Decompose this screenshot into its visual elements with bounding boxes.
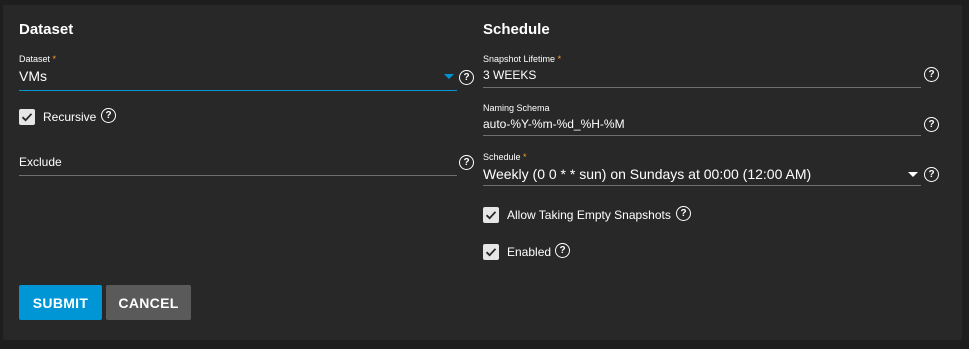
dropdown-arrow-icon[interactable] (444, 74, 454, 79)
schedule-label-text: Schedule (483, 152, 521, 162)
enabled-label: Enabled (507, 245, 552, 259)
cancel-button[interactable]: CANCEL (106, 285, 191, 320)
exclude-input[interactable]: Exclude (19, 155, 62, 169)
help-circle-icon[interactable]: ? (101, 108, 116, 123)
help-circle-icon[interactable]: ? (924, 117, 939, 132)
snapshot-lifetime-underline (483, 87, 921, 88)
help-circle-icon[interactable]: ? (676, 206, 691, 221)
snapshot-lifetime-input[interactable]: 3 WEEKS (483, 68, 536, 82)
snapshot-lifetime-label-text: Snapshot Lifetime (483, 54, 556, 64)
help-circle-icon[interactable]: ? (555, 243, 570, 258)
required-mark: * (557, 54, 562, 64)
help-circle-icon[interactable]: ? (924, 67, 939, 82)
allow-empty-snapshots-label: Allow Taking Empty Snapshots (507, 208, 671, 222)
required-mark: * (523, 152, 527, 162)
schedule-underline (483, 185, 921, 186)
schedule-section-title: Schedule (483, 21, 550, 38)
naming-schema-underline (483, 135, 921, 136)
enabled-checkbox[interactable] (483, 244, 499, 260)
naming-schema-input[interactable]: auto-%Y-%m-%d_%H-%M (483, 117, 625, 131)
exclude-underline (19, 175, 457, 176)
recursive-label: Recursive (43, 110, 97, 124)
dataset-label: Dataset * (19, 54, 56, 64)
snapshot-lifetime-label: Snapshot Lifetime * (483, 54, 561, 64)
dataset-label-text: Dataset (19, 54, 51, 64)
submit-button[interactable]: SUBMIT (19, 285, 102, 320)
recursive-checkbox[interactable] (19, 109, 35, 125)
dropdown-arrow-icon[interactable] (908, 172, 918, 177)
check-icon (485, 248, 497, 257)
check-icon (485, 211, 497, 220)
naming-schema-label: Naming Schema (483, 103, 550, 113)
dataset-section-title: Dataset (19, 21, 74, 38)
allow-empty-snapshots-checkbox[interactable] (483, 207, 499, 223)
form-card: Dataset Dataset * VMs ? Recursive ? Excl… (3, 5, 962, 340)
required-mark: * (52, 54, 57, 64)
help-circle-icon[interactable]: ? (924, 167, 939, 182)
schedule-select[interactable]: Weekly (0 0 * * sun) on Sundays at 00:00… (483, 166, 811, 182)
help-circle-icon[interactable]: ? (459, 70, 474, 85)
schedule-label: Schedule * (483, 152, 527, 162)
dataset-underline (19, 90, 457, 91)
check-icon (21, 113, 33, 122)
help-circle-icon[interactable]: ? (459, 155, 474, 170)
dataset-select[interactable]: VMs (19, 68, 47, 84)
